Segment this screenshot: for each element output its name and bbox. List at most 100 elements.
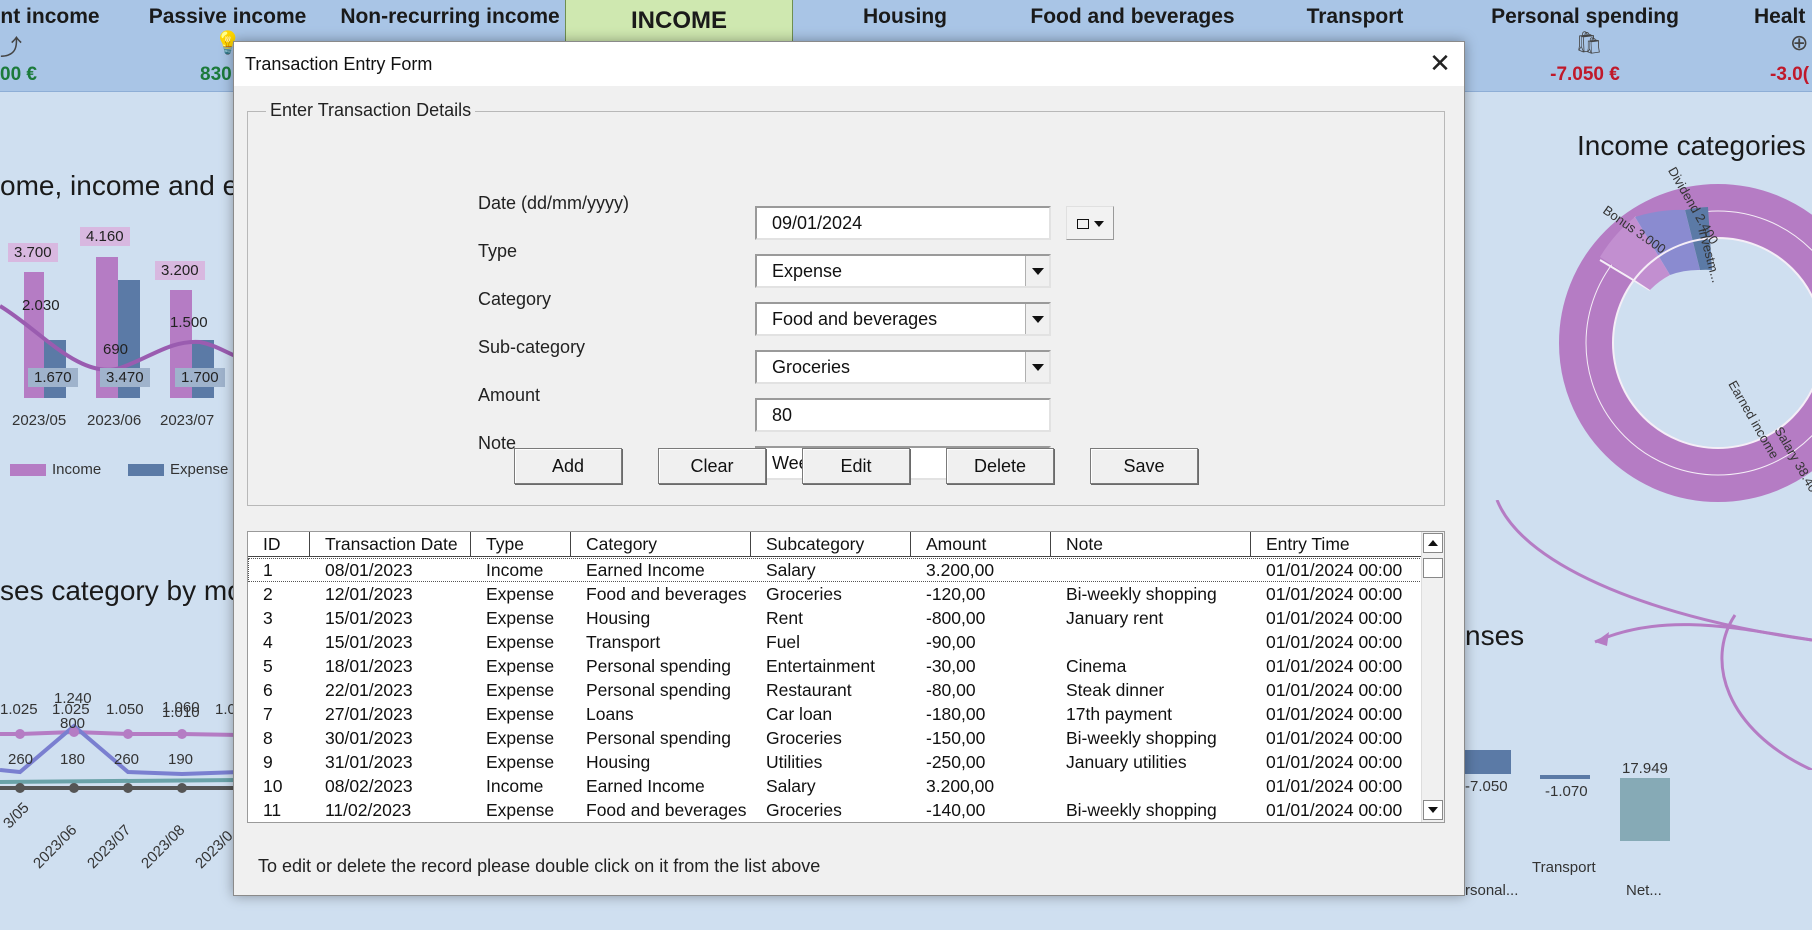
waterfall-category: Transport (1532, 859, 1596, 876)
category-select[interactable]: Food and beverages (755, 302, 1051, 336)
table-row[interactable]: 4 15/01/2023 Expense Transport Fuel -90,00 01/… (248, 630, 1428, 654)
cell-amount: -80,00 (926, 680, 976, 700)
date-field[interactable]: 09/01/2024 (755, 206, 1051, 240)
table-row[interactable]: 11 11/02/2023 Expense Food and beverages Gro… (248, 798, 1428, 822)
table-row[interactable]: 2 12/01/2023 Expense Food and beverages Groc… (248, 582, 1428, 606)
column-header-amount[interactable]: Amount (911, 532, 1051, 556)
health-icon: ⊕ (1790, 30, 1809, 55)
cell-date: 31/01/2023 (325, 752, 413, 772)
close-icon[interactable]: ✕ (1416, 42, 1464, 86)
edit-button[interactable]: Edit (802, 448, 910, 484)
cell-date: 08/02/2023 (325, 776, 413, 796)
edit-hint: To edit or delete the record please doub… (258, 856, 821, 876)
cell-date: 08/01/2023 (325, 560, 413, 580)
cell-id: 2 (263, 584, 273, 604)
amount-field[interactable]: 80 (755, 398, 1051, 432)
cell-category: Food and beverages (586, 584, 747, 604)
column-header-type[interactable]: Type (471, 532, 571, 556)
cell-note: Bi-weekly shopping (1066, 728, 1217, 748)
column-header-note[interactable]: Note (1051, 532, 1251, 556)
dialog-titlebar[interactable]: Transaction Entry Form ✕ (234, 42, 1464, 86)
date-picker-button[interactable] (1066, 206, 1114, 240)
cell-note (1051, 774, 1251, 798)
waterfall-value: 17.949 (1622, 760, 1668, 777)
topbar-personal-spending[interactable]: Personal spending 🛍 -7.050 € (1480, 0, 1690, 92)
list-scrollbar[interactable] (1421, 532, 1444, 822)
add-button[interactable]: Add (514, 448, 622, 484)
cell-amount: 3.200,00 (926, 560, 995, 580)
delete-button[interactable]: Delete (946, 448, 1054, 484)
cell-entry-time: 01/01/2024 00:00 (1266, 584, 1403, 604)
cell-type: Expense (486, 800, 555, 820)
type-value: Expense (772, 261, 843, 281)
cell-id: 4 (263, 632, 273, 652)
topbar-value: 00 € (0, 64, 37, 85)
type-select[interactable]: Expense (755, 254, 1051, 288)
column-header-category[interactable]: Category (571, 532, 751, 556)
amount-value: 80 (772, 405, 793, 425)
topbar-health[interactable]: Healt ⊕ -3.0( (1740, 0, 1812, 92)
cell-id: 7 (263, 704, 273, 724)
data-label: 2.030 (22, 297, 60, 314)
trend-icon: ⤴ (0, 35, 23, 60)
table-row[interactable]: 3 15/01/2023 Expense Housing Rent -800,00 Janu… (248, 606, 1428, 630)
data-label: 180 (60, 751, 86, 768)
data-label: 3.200 (155, 261, 205, 280)
cell-date: 11/02/2023 (325, 800, 412, 820)
topbar-value: -7.050 € (1550, 64, 1620, 85)
cell-date: 18/01/2023 (325, 656, 413, 676)
cell-subcategory: Restaurant (766, 680, 852, 700)
cell-category: Housing (586, 608, 651, 628)
table-row[interactable]: 5 18/01/2023 Expense Personal spending Enter… (248, 654, 1428, 678)
data-label: 260 (114, 751, 140, 768)
note-label: Note (478, 433, 517, 453)
axis-label: 3/05 (0, 799, 33, 833)
column-header-subcategory[interactable]: Subcategory (751, 532, 911, 556)
subcategory-select[interactable]: Groceries (755, 350, 1051, 384)
save-button[interactable]: Save (1090, 448, 1198, 484)
cell-amount: -150,00 (926, 728, 986, 748)
cell-type: Expense (486, 632, 555, 652)
scroll-down-icon[interactable] (1423, 800, 1443, 820)
legend-label: Expense (170, 461, 229, 478)
column-header-date[interactable]: Transaction Date (310, 532, 471, 556)
cell-id: 1 (263, 560, 273, 580)
axis-label: 2023/0 (192, 827, 237, 873)
chevron-down-icon[interactable] (1025, 352, 1049, 382)
data-label: 190 (168, 751, 194, 768)
cell-note: 17th payment (1066, 704, 1173, 724)
cell-subcategory: Car loan (766, 704, 833, 724)
cell-type: Expense (486, 680, 555, 700)
clear-button[interactable]: Clear (658, 448, 766, 484)
scroll-up-icon[interactable] (1423, 533, 1443, 553)
data-label: 3.700 (8, 243, 58, 262)
waterfall-value: -1.070 (1545, 783, 1588, 800)
cell-date: 12/01/2023 (325, 584, 413, 604)
table-row[interactable]: 7 27/01/2023 Expense Loans Car loan -180,00 17… (248, 702, 1428, 726)
topbar-earned-income[interactable]: nt income ⤴ 00 € (0, 0, 110, 92)
scroll-thumb[interactable] (1423, 558, 1443, 578)
cell-subcategory: Entertainment (766, 656, 875, 676)
cell-amount: -90,00 (926, 632, 976, 652)
waterfall-value: -7.050 (1465, 778, 1508, 795)
data-label: 690 (103, 341, 129, 358)
table-row[interactable]: 9 31/01/2023 Expense Housing Utilities -250,0… (248, 750, 1428, 774)
column-header-entry-time[interactable]: Entry Time (1251, 532, 1428, 556)
cell-subcategory: Salary (766, 776, 816, 796)
cell-type: Expense (486, 728, 555, 748)
table-row[interactable]: 10 08/02/2023 Income Earned Income Salary 3.2… (248, 774, 1428, 798)
waterfall-title: nses (1465, 620, 1525, 651)
transaction-list[interactable]: ID Transaction Date Type Category Subcat… (247, 531, 1445, 823)
table-row[interactable]: 8 30/01/2023 Expense Personal spending Groce… (248, 726, 1428, 750)
type-label: Type (478, 241, 518, 261)
chevron-down-icon[interactable] (1025, 304, 1049, 334)
chevron-down-icon[interactable] (1025, 256, 1049, 286)
donut-title: Income categories (1577, 130, 1806, 161)
table-row[interactable]: 1 08/01/2023 Income Earned Income Salary 3.20… (248, 558, 1428, 582)
column-header-id[interactable]: ID (248, 532, 310, 556)
cell-amount: -120,00 (926, 584, 986, 604)
legend-swatch-expense (128, 464, 164, 476)
cell-category: Earned Income (586, 560, 705, 580)
table-row[interactable]: 6 22/01/2023 Expense Personal spending Resta… (248, 678, 1428, 702)
cell-id: 8 (263, 728, 273, 748)
